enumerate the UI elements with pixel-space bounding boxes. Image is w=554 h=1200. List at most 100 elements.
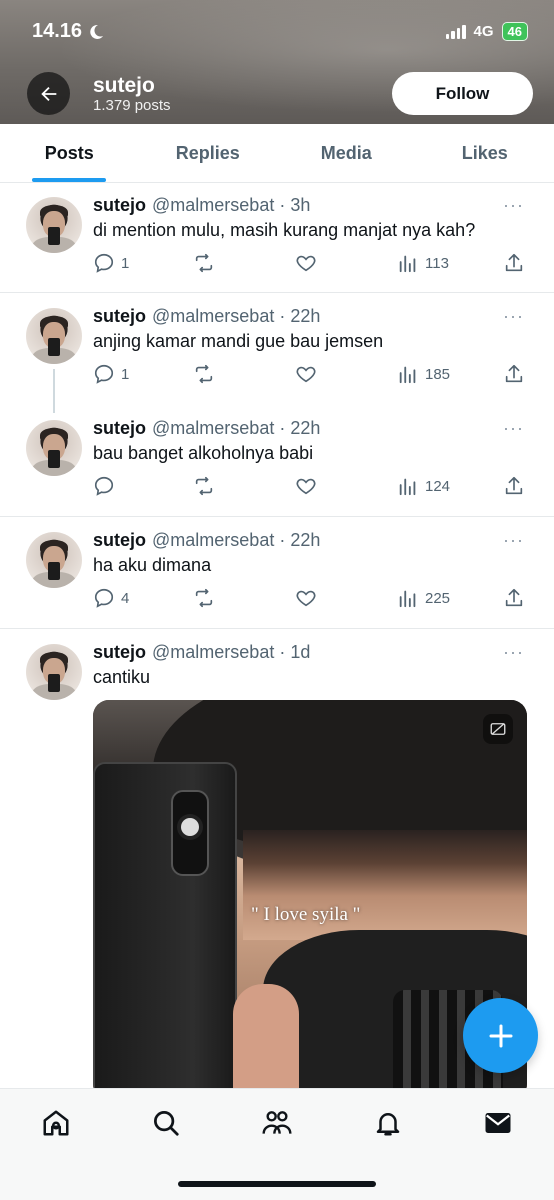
tweet-media-image[interactable]: " I love syila " [93, 700, 527, 1100]
tweet-text: anjing kamar mandi gue bau jemsen [93, 331, 384, 351]
arrow-left-icon [40, 86, 56, 101]
view-count: 113 [425, 254, 449, 272]
heart-icon [296, 366, 316, 383]
tweet[interactable]: sutejo @malmersebat · 22h ··· ha aku dima… [0, 517, 554, 628]
clock: 14.16 [32, 20, 83, 42]
status-indicators: 4G 46 [445, 22, 528, 41]
comment-icon [94, 476, 114, 496]
retweet-icon [195, 476, 213, 496]
tweet[interactable]: sutejo @malmersebat · 22h ··· bau banget … [0, 405, 554, 516]
views-button[interactable]: 185 [397, 363, 450, 385]
author-name[interactable]: sutejo [93, 306, 146, 326]
retweet-button[interactable] [193, 363, 215, 385]
view-count: 185 [425, 365, 451, 383]
home-indicator [178, 1181, 376, 1187]
share-button[interactable] [503, 587, 525, 609]
views-button[interactable]: 124 [397, 475, 450, 497]
tweet[interactable]: sutejo @malmersebat · 22h ··· anjing kama… [0, 293, 554, 413]
sensitive-content-icon[interactable] [483, 714, 513, 744]
avatar[interactable] [26, 644, 82, 700]
moon-icon [90, 24, 104, 39]
battery-level: 46 [507, 24, 522, 39]
profile-name: sutejo [93, 74, 155, 97]
more-options-button[interactable]: ··· [503, 642, 524, 663]
tweet-meta: sutejo @malmersebat · 22h [93, 530, 320, 551]
author-handle: @malmersebat · 22h [152, 418, 321, 438]
retweet-button[interactable] [193, 587, 215, 609]
mail-icon [485, 1113, 511, 1133]
profile-tabs: Posts Replies Media Likes [0, 124, 554, 183]
view-count: 225 [425, 589, 451, 607]
more-options-button[interactable]: ··· [503, 306, 524, 327]
avatar[interactable] [26, 308, 82, 364]
like-button[interactable] [295, 252, 317, 274]
retweet-button[interactable] [193, 252, 215, 274]
share-button[interactable] [503, 363, 525, 385]
tweet-meta: sutejo @malmersebat · 22h [93, 306, 320, 327]
home-icon [43, 1110, 69, 1136]
plus-icon [489, 1024, 512, 1047]
nav-search[interactable] [150, 1107, 182, 1139]
tweet-actions: 1 185 [93, 363, 527, 387]
analytics-icon [399, 590, 416, 608]
author-name[interactable]: sutejo [93, 530, 146, 550]
reply-button[interactable]: 1 [93, 363, 129, 385]
author-name[interactable]: sutejo [93, 195, 146, 215]
tweet-meta: sutejo @malmersebat · 22h [93, 418, 320, 439]
tweet-actions: 1 113 [93, 252, 527, 276]
author-handle: @malmersebat · 22h [152, 306, 321, 326]
heart-icon [296, 255, 316, 272]
author-name[interactable]: sutejo [93, 642, 146, 662]
reply-count: 1 [121, 254, 130, 272]
nav-home[interactable] [40, 1107, 72, 1139]
retweet-button[interactable] [193, 475, 215, 497]
share-button[interactable] [503, 475, 525, 497]
reply-button[interactable] [93, 475, 121, 497]
nav-communities[interactable] [261, 1107, 293, 1139]
analytics-icon [399, 366, 416, 384]
share-button[interactable] [503, 252, 525, 274]
heart-icon [296, 478, 316, 495]
like-button[interactable] [295, 363, 317, 385]
avatar[interactable] [26, 532, 82, 588]
tweet-text: bau banget alkoholnya babi [93, 443, 314, 463]
tab-replies[interactable]: Replies [139, 124, 278, 182]
retweet-icon [195, 588, 213, 608]
reply-button[interactable]: 1 [93, 252, 129, 274]
like-button[interactable] [295, 475, 317, 497]
media-caption: " I love syila " [251, 904, 361, 925]
tab-likes[interactable]: Likes [416, 124, 554, 182]
compose-button[interactable] [463, 998, 538, 1073]
back-button[interactable] [27, 72, 70, 115]
reply-button[interactable]: 4 [93, 587, 129, 609]
more-options-button[interactable]: ··· [503, 530, 524, 551]
tweet-actions: 124 [93, 475, 527, 499]
share-icon [505, 476, 523, 495]
tweet-text: ha aku dimana [93, 555, 212, 575]
avatar[interactable] [26, 420, 82, 476]
analytics-icon [399, 255, 416, 273]
follow-button[interactable]: Follow [392, 72, 533, 115]
bell-icon [376, 1113, 400, 1136]
avatar[interactable] [26, 197, 82, 253]
author-handle: @malmersebat · 3h [152, 195, 311, 215]
tab-media[interactable]: Media [277, 124, 416, 182]
view-count: 124 [425, 477, 451, 495]
more-options-button[interactable]: ··· [503, 195, 524, 216]
views-button[interactable]: 113 [397, 252, 449, 274]
status-time: 14.16 [32, 20, 104, 43]
more-options-button[interactable]: ··· [503, 418, 524, 439]
tweet[interactable]: sutejo @malmersebat · 3h ··· di mention m… [0, 183, 554, 293]
search-icon [154, 1111, 179, 1136]
author-name[interactable]: sutejo [93, 418, 146, 438]
share-icon [505, 588, 523, 607]
tweet-text: cantiku [93, 667, 151, 687]
battery-icon: 46 [501, 22, 528, 41]
tab-posts[interactable]: Posts [0, 124, 139, 182]
share-icon [505, 253, 523, 272]
like-button[interactable] [295, 587, 317, 609]
views-button[interactable]: 225 [397, 587, 450, 609]
retweet-icon [195, 364, 213, 384]
nav-notifications[interactable] [372, 1107, 404, 1139]
nav-messages[interactable] [482, 1107, 514, 1139]
